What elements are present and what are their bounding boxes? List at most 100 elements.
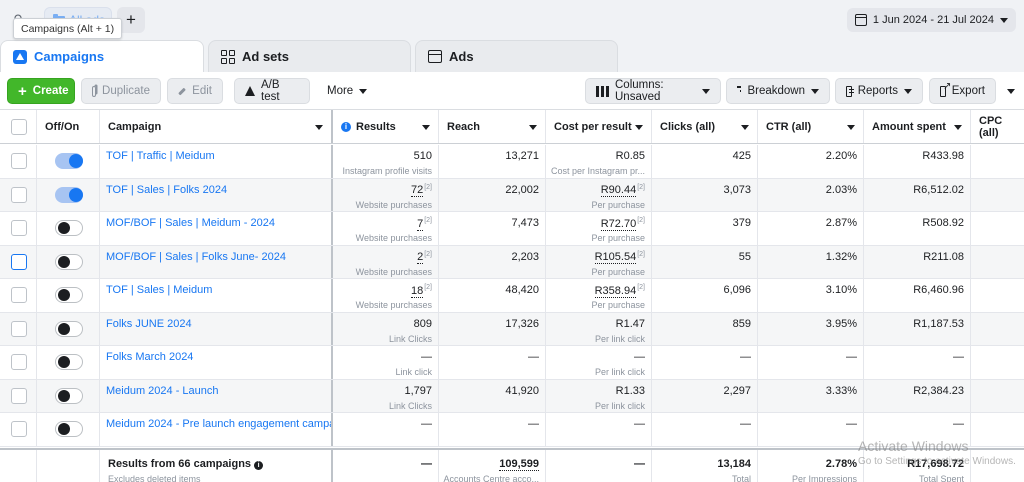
table-row[interactable]: Folks JUNE 2024 809 Link Clicks 17,326 R1.47…	[0, 312, 1024, 346]
results-value: —	[421, 418, 432, 430]
campaign-toggle[interactable]	[55, 354, 83, 371]
row-select-cell	[0, 178, 37, 211]
header-cost-per-result[interactable]: Cost per result	[546, 110, 652, 143]
header-campaign[interactable]: Campaign	[100, 110, 333, 143]
toggle-knob	[58, 389, 70, 402]
date-range-picker[interactable]: 1 Jun 2024 - 21 Jul 2024	[846, 8, 1016, 32]
breakdown-icon	[737, 85, 742, 97]
row-campaign-cell: Meidum 2024 - Launch	[100, 379, 333, 412]
row-select-cell	[0, 212, 37, 245]
header-results[interactable]: i Results	[333, 110, 439, 143]
row-checkbox[interactable]	[11, 153, 27, 170]
row-checkbox[interactable]	[11, 320, 27, 337]
info-icon[interactable]: i	[254, 460, 264, 470]
campaign-toggle[interactable]	[55, 421, 83, 438]
results-number: 1,797	[404, 384, 432, 397]
tab-ads[interactable]: Ads	[415, 40, 618, 72]
campaign-toggle[interactable]	[55, 287, 83, 304]
results-number: 510	[413, 150, 432, 162]
row-spent-cell: R211.08	[864, 245, 971, 278]
columns-button[interactable]: Columns: Unsaved	[585, 78, 721, 104]
table-row[interactable]: MOF/BOF | Sales | Meidum - 2024 7[2] Websi…	[0, 212, 1024, 246]
row-clicks-cell: 859	[652, 312, 758, 345]
table-row[interactable]: TOF | Traffic | Meidum 510 Instagram profi…	[0, 145, 1024, 179]
tab-ad-sets[interactable]: Ad sets	[208, 40, 411, 72]
table-row[interactable]: TOF | Sales | Meidum 18[2] Website purchas…	[0, 279, 1024, 313]
table-row[interactable]: Meidum 2024 - Pre launch engagement camp…	[0, 413, 1024, 447]
edit-label: Edit	[192, 85, 212, 97]
more-button[interactable]: More	[316, 78, 376, 104]
campaign-toggle[interactable]	[55, 253, 83, 270]
row-reach-cell: 13,271	[439, 145, 546, 178]
table-row[interactable]: Meidum 2024 - Launch 1,797 Link Clicks 41,9…	[0, 379, 1024, 413]
row-toggle-cell	[37, 312, 100, 345]
duplicate-button[interactable]: Duplicate	[81, 78, 161, 104]
cost-number: R0.85	[615, 150, 645, 162]
table-row[interactable]: MOF/BOF | Sales | Folks June- 2024 2[2] We…	[0, 245, 1024, 279]
campaign-toggle[interactable]	[55, 186, 83, 203]
row-checkbox[interactable]	[11, 354, 27, 371]
reports-button[interactable]: Reports	[835, 78, 923, 104]
row-clicks-cell: —	[652, 413, 758, 446]
campaign-name-link[interactable]: MOF/BOF | Sales | Folks June- 2024	[106, 251, 286, 263]
summary-cost-value: —	[634, 457, 645, 470]
header-ctr[interactable]: CTR (all)	[758, 110, 864, 143]
export-button[interactable]: Export	[929, 78, 996, 104]
clicks-value: 859	[732, 317, 751, 330]
header-cpc[interactable]: CPC (all)	[971, 110, 1024, 143]
row-checkbox[interactable]	[11, 253, 27, 270]
export-options-button[interactable]	[998, 78, 1022, 104]
header-amount-spent[interactable]: Amount spent	[864, 110, 971, 143]
cost-subtitle: Per purchase	[591, 199, 645, 210]
campaign-toggle[interactable]	[55, 320, 83, 337]
cost-number: R72.70	[600, 217, 637, 231]
edit-button[interactable]: Edit	[167, 78, 223, 104]
breakdown-button[interactable]: Breakdown	[726, 78, 830, 104]
reach-value: 48,420	[505, 284, 539, 296]
spent-value: —	[953, 351, 964, 363]
row-checkbox[interactable]	[11, 387, 27, 404]
campaign-name-link[interactable]: Meidum 2024 - Launch	[106, 385, 219, 397]
campaign-name-link[interactable]: TOF | Sales | Folks 2024	[106, 184, 227, 196]
campaign-name-link[interactable]: Folks JUNE 2024	[106, 318, 192, 330]
ctr-value: 1.32%	[825, 250, 857, 263]
toggle-knob	[58, 255, 70, 268]
tab-campaigns[interactable]: Campaigns	[0, 40, 204, 72]
row-cpc-cell	[971, 212, 1024, 245]
ab-test-button[interactable]: A/B test	[234, 78, 310, 104]
ab-test-label: A/B test	[261, 79, 280, 103]
campaign-toggle[interactable]	[55, 153, 83, 170]
summary-spent-value: R17,698.72	[907, 457, 964, 470]
campaign-toggle[interactable]	[55, 387, 83, 404]
clicks-value: 425	[732, 150, 751, 162]
campaign-name-link[interactable]: TOF | Traffic | Meidum	[106, 150, 215, 162]
campaign-name-link[interactable]: Meidum 2024 - Pre launch engagement camp…	[106, 418, 331, 430]
row-clicks-cell: 6,096	[652, 279, 758, 312]
row-checkbox[interactable]	[11, 220, 27, 237]
header-reach[interactable]: Reach	[439, 110, 546, 143]
table-header: Off/On Campaign i Results Reach Cost per …	[0, 110, 1024, 144]
results-number: —	[421, 351, 432, 363]
row-checkbox[interactable]	[11, 287, 27, 304]
ctr-value: 3.10%	[825, 284, 857, 296]
table-row[interactable]: TOF | Sales | Folks 2024 72[2] Website pur…	[0, 178, 1024, 212]
header-clicks[interactable]: Clicks (all)	[652, 110, 758, 143]
footnote-marker: [2]	[424, 183, 432, 191]
table-row[interactable]: Folks March 2024 — Link click — — Per link cl…	[0, 346, 1024, 380]
reach-value: 7,473	[511, 217, 539, 229]
chevron-down-icon	[904, 88, 912, 94]
ctr-value: 3.95%	[825, 317, 857, 330]
campaign-name-link[interactable]: TOF | Sales | Meidum	[106, 284, 212, 296]
select-all-checkbox[interactable]	[11, 118, 27, 135]
campaign-toggle[interactable]	[55, 220, 83, 237]
row-clicks-cell: 55	[652, 245, 758, 278]
summary-title-cell: Results from 66 campaigns i Excludes dele…	[100, 449, 333, 482]
campaign-name-link[interactable]: Folks March 2024	[106, 351, 193, 363]
row-checkbox[interactable]	[11, 186, 27, 203]
ctr-value: 2.20%	[825, 150, 857, 162]
create-button[interactable]: + Create	[7, 78, 75, 104]
header-off-on[interactable]: Off/On	[37, 110, 100, 143]
row-checkbox[interactable]	[11, 421, 27, 438]
calendar-icon	[854, 14, 867, 26]
campaign-name-link[interactable]: MOF/BOF | Sales | Meidum - 2024	[106, 217, 275, 229]
